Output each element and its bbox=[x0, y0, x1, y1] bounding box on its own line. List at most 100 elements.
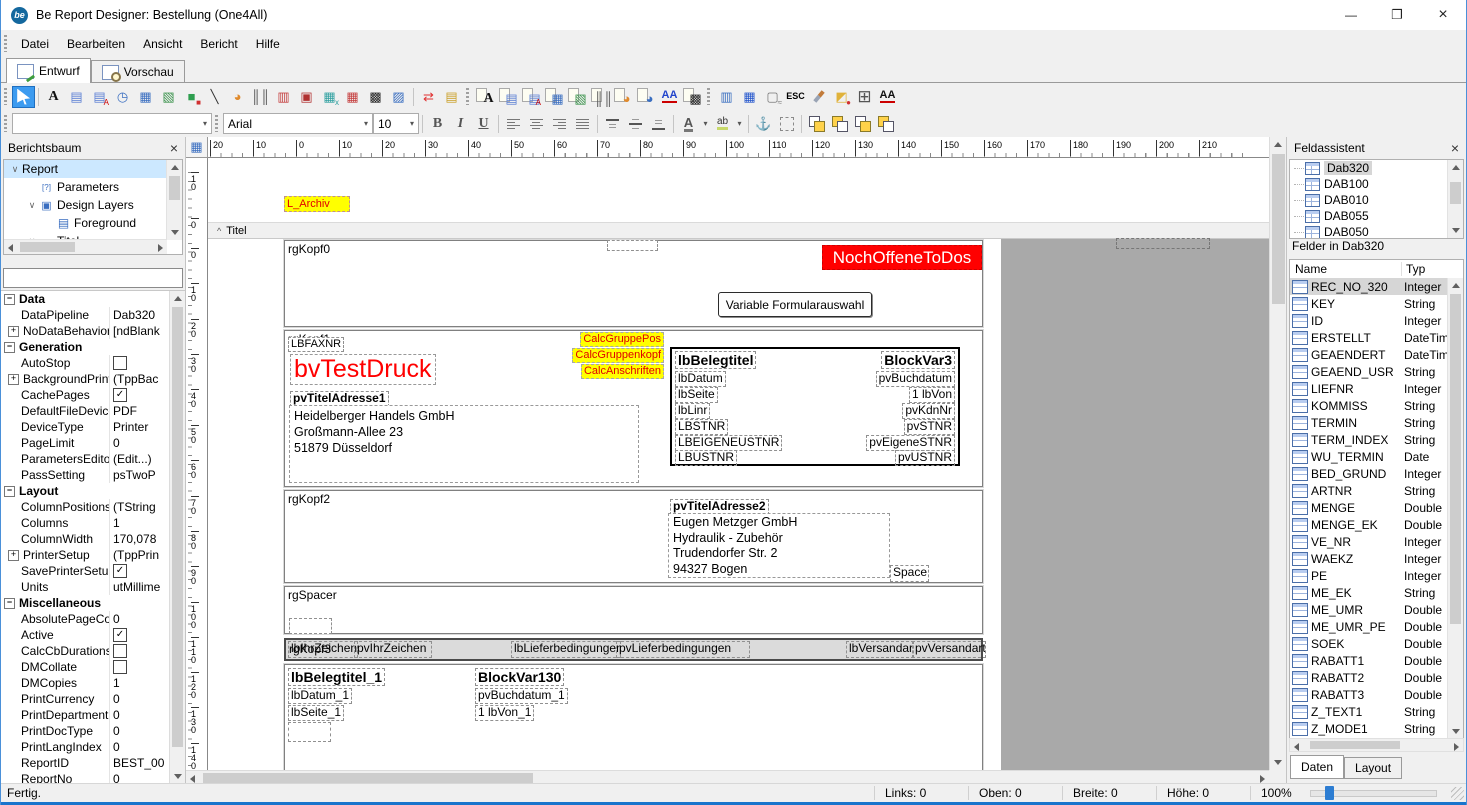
menu-item-bericht[interactable]: Bericht bbox=[191, 32, 246, 56]
band-rgspacer[interactable]: rgSpacer bbox=[284, 586, 983, 634]
shape-tool[interactable]: ■■ bbox=[180, 86, 203, 108]
zoom-slider[interactable] bbox=[1310, 790, 1437, 797]
field-row-menge-ek[interactable]: MENGE_EKDouble bbox=[1290, 516, 1448, 533]
field-row-ve-nr[interactable]: VE_NRInteger bbox=[1290, 533, 1448, 550]
property-category-layout[interactable]: −Layout bbox=[1, 483, 170, 499]
expand-icon[interactable]: + bbox=[8, 326, 19, 337]
property-value[interactable]: psTwoP bbox=[109, 467, 170, 483]
property-value[interactable]: (TppPrin bbox=[109, 547, 170, 563]
scroll-down-icon[interactable] bbox=[1274, 760, 1282, 765]
field-row-term-index[interactable]: TERM_INDEXString bbox=[1290, 431, 1448, 448]
collapse-icon[interactable]: − bbox=[4, 342, 15, 353]
block-field-value[interactable]: pvEigeneSTNR bbox=[866, 435, 955, 451]
empty-label-box[interactable] bbox=[289, 618, 332, 634]
menu-item-hilfe[interactable]: Hilfe bbox=[247, 32, 289, 56]
property-value[interactable]: 0 bbox=[109, 435, 170, 451]
expand-icon[interactable]: + bbox=[8, 374, 19, 385]
field-row-id[interactable]: IDInteger bbox=[1290, 312, 1448, 329]
property-row-pagelimit[interactable]: PageLimit0 bbox=[1, 435, 170, 451]
variable-form-button[interactable]: Variable Formularauswahl bbox=[718, 292, 872, 317]
bold-button[interactable]: B bbox=[426, 113, 449, 135]
bring-front-button[interactable] bbox=[805, 113, 828, 135]
block-field-label[interactable]: LBSTNR bbox=[675, 419, 728, 435]
property-value[interactable] bbox=[109, 355, 170, 371]
property-row-backgroundprintse[interactable]: +BackgroundPrintSe(TppBac bbox=[1, 371, 170, 387]
scroll-up-icon[interactable] bbox=[171, 165, 179, 170]
dbimage-tool[interactable]: ▧ bbox=[566, 86, 589, 108]
tree-item-report[interactable]: ∨Report bbox=[4, 160, 182, 178]
resize-grip[interactable] bbox=[1451, 787, 1464, 800]
scroll-up-icon[interactable] bbox=[1274, 142, 1282, 147]
table-item-dab055[interactable]: DAB055 bbox=[1290, 208, 1463, 224]
dbtext-tool[interactable]: A bbox=[474, 86, 497, 108]
property-row-datapipeline[interactable]: DataPipelineDab320 bbox=[1, 307, 170, 323]
chevron-down-icon[interactable]: ▾ bbox=[358, 119, 368, 128]
property-value[interactable]: ✓ bbox=[109, 563, 170, 579]
tree-item-parameters[interactable]: [?]Parameters bbox=[4, 178, 182, 196]
collapse-icon[interactable]: − bbox=[4, 486, 15, 497]
map-tool[interactable]: ◩● bbox=[830, 86, 853, 108]
block-field-value[interactable]: 1 lbVon bbox=[909, 387, 955, 403]
column-header-name[interactable]: Name bbox=[1290, 262, 1402, 276]
page-tool[interactable]: ▢≈ bbox=[761, 86, 784, 108]
dbchart2-tool[interactable]: ◕ bbox=[635, 86, 658, 108]
report-tree-vscrollbar[interactable] bbox=[166, 160, 182, 240]
field-row-erstellt[interactable]: ERSTELLTDateTime bbox=[1290, 329, 1448, 346]
scrollbar-thumb[interactable] bbox=[1450, 294, 1461, 624]
move-backward-button[interactable] bbox=[874, 113, 897, 135]
property-category-generation[interactable]: −Generation bbox=[1, 339, 170, 355]
expand-icon[interactable]: + bbox=[8, 550, 19, 561]
band-header-titel[interactable]: ^ Titel bbox=[208, 222, 1269, 239]
calc-label[interactable]: CalcGruppenkopf bbox=[572, 348, 664, 363]
property-row-nodatabehaviors[interactable]: +NoDataBehaviors[ndBlank bbox=[1, 323, 170, 339]
fontsize-combo[interactable]: 10▾ bbox=[373, 113, 419, 134]
empty-label-box[interactable] bbox=[607, 240, 658, 251]
block-field-value[interactable]: pvBuchdatum_1 bbox=[475, 688, 568, 704]
close-button[interactable]: × bbox=[1420, 0, 1466, 30]
field-row-key[interactable]: KEYString bbox=[1290, 295, 1448, 312]
checkbox-icon[interactable]: ✓ bbox=[113, 628, 127, 642]
region-tool[interactable]: ▥ bbox=[715, 86, 738, 108]
property-row-active[interactable]: Active✓ bbox=[1, 627, 170, 643]
property-value[interactable]: BEST_00 bbox=[109, 755, 170, 771]
scroll-right-icon[interactable] bbox=[1260, 775, 1265, 783]
valign-bottom-button[interactable] bbox=[647, 113, 670, 135]
zoom-slider-thumb[interactable] bbox=[1325, 786, 1334, 800]
chevron-down-icon[interactable]: ▾ bbox=[734, 119, 745, 128]
close-icon[interactable]: × bbox=[170, 141, 178, 155]
property-grid-scrollbar[interactable] bbox=[169, 291, 185, 784]
field-row-rabatt1[interactable]: RABATT1Double bbox=[1290, 652, 1448, 669]
field-row-pe[interactable]: PEInteger bbox=[1290, 567, 1448, 584]
property-value[interactable]: 0 bbox=[109, 611, 170, 627]
property-value[interactable]: (TppBac bbox=[109, 371, 170, 387]
view-tab-vorschau[interactable]: Vorschau bbox=[91, 60, 185, 83]
field-label-lbihrzeichen[interactable]: lbIhrZeichen bbox=[288, 641, 358, 658]
property-row-printdoctype[interactable]: PrintDocType0 bbox=[1, 723, 170, 739]
scroll-down-icon[interactable] bbox=[1452, 228, 1460, 233]
property-row-parameterseditor[interactable]: ParametersEditor(Edit...) bbox=[1, 451, 170, 467]
valign-middle-button[interactable] bbox=[624, 113, 647, 135]
checkbox-icon[interactable] bbox=[113, 644, 127, 658]
checkbox-icon[interactable] bbox=[113, 660, 127, 674]
field-row-rabatt2[interactable]: RABATT2Double bbox=[1290, 669, 1448, 686]
property-row-columns[interactable]: Columns1 bbox=[1, 515, 170, 531]
canvas-vscrollbar[interactable] bbox=[1269, 137, 1287, 770]
property-value[interactable] bbox=[109, 659, 170, 675]
scroll-left-icon[interactable] bbox=[1294, 743, 1299, 751]
calc-label[interactable]: CalcAnschriften bbox=[581, 364, 664, 379]
checkbox-icon[interactable]: ✓ bbox=[113, 564, 127, 578]
send-back-button[interactable] bbox=[828, 113, 851, 135]
field-row-me-umr-pe[interactable]: ME_UMR_PEDouble bbox=[1290, 618, 1448, 635]
scroll-up-icon[interactable] bbox=[1452, 165, 1460, 170]
property-category-miscellaneous[interactable]: −Miscellaneous bbox=[1, 595, 170, 611]
collapse-icon[interactable]: − bbox=[4, 294, 15, 305]
scrollbar-thumb[interactable] bbox=[1310, 741, 1400, 749]
scrollbar-thumb[interactable] bbox=[203, 773, 533, 783]
block-field-label[interactable]: LBEIGENEUSTNR bbox=[675, 435, 782, 451]
scrollbar-thumb[interactable] bbox=[1272, 154, 1285, 304]
formatbrush-tool[interactable] bbox=[807, 86, 830, 108]
autotext-tool[interactable]: AA bbox=[658, 86, 681, 108]
property-row-printlangindex[interactable]: PrintLangIndex0 bbox=[1, 739, 170, 755]
property-row-devicetype[interactable]: DeviceTypePrinter bbox=[1, 419, 170, 435]
address-memo[interactable]: Heidelberger Handels GmbH Großmann-Allee… bbox=[289, 405, 639, 483]
